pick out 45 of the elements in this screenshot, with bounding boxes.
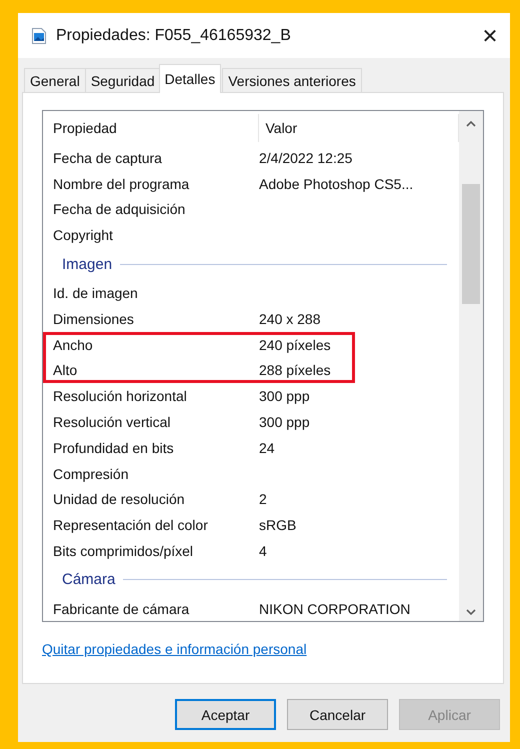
table-cell-text: Resolución horizontal: [52, 388, 188, 404]
scroll-up-icon[interactable]: [466, 121, 476, 127]
table-cell: 240 x 288: [259, 310, 320, 327]
tab[interactable]: Seguridad: [84, 68, 161, 92]
table-cell: sRGB: [259, 517, 296, 534]
column-header[interactable]: Propiedad: [43, 114, 260, 142]
table-cell-text: Alto: [52, 362, 78, 378]
table-cell-text: Fecha de captura: [52, 150, 163, 166]
table-cell: NIKON CORPORATION: [259, 600, 410, 617]
dialog-button[interactable]: Aceptar: [175, 699, 276, 730]
table-cell-text: Fabricante de cámara: [52, 600, 190, 617]
table-cell-text: Representación del color: [52, 517, 209, 534]
table-cell: 300 ppp: [259, 388, 310, 404]
table-cell: 2: [259, 491, 267, 508]
table-cell-text: Nombre del programa: [52, 176, 190, 192]
table-cell-text: Unidad de resolución: [52, 491, 186, 508]
image-file-icon: [32, 28, 46, 44]
window-title: Propiedades: F055_46165932_B: [56, 26, 292, 44]
table-cell-text: Ancho: [52, 336, 94, 353]
group-heading: Imagen: [62, 256, 112, 273]
scroll-down-icon[interactable]: [466, 609, 476, 615]
table-cell: 300 ppp: [259, 414, 310, 430]
table-cell-text: Copyright: [52, 227, 114, 244]
tab[interactable]: Detalles: [158, 64, 222, 93]
table-cell-text: Fecha de adquisición: [52, 201, 186, 218]
tab[interactable]: Versiones anteriores: [222, 68, 362, 92]
table-cell: Adobe Photoshop CS5...: [259, 176, 414, 192]
scroll-thumb[interactable]: [462, 184, 480, 304]
table-cell-text: Compresión: [52, 466, 130, 482]
scrollbar[interactable]: [459, 111, 483, 621]
table-cell: 288 píxeles: [259, 362, 331, 378]
tab[interactable]: General: [24, 68, 86, 92]
group-heading: Cámara: [62, 571, 116, 588]
close-button[interactable]: ✕: [470, 16, 510, 56]
remove-properties-link[interactable]: Quitar propiedades e información personal: [42, 641, 307, 657]
dialog-button[interactable]: Cancelar: [287, 699, 388, 730]
table-cell-text: Bits comprimidos/píxel: [52, 543, 194, 560]
table-cell-text: Dimensiones: [52, 310, 135, 327]
table-cell: 2/4/2022 12:25: [259, 150, 352, 166]
table-cell: 240 píxeles: [259, 336, 331, 353]
table-cell: 24: [259, 440, 275, 456]
table-cell-text: Id. de imagen: [52, 285, 139, 302]
table-cell-text: Profundidad en bits: [52, 440, 175, 456]
table-cell: 4: [259, 543, 267, 560]
table-cell-text: Resolución vertical: [52, 414, 172, 430]
